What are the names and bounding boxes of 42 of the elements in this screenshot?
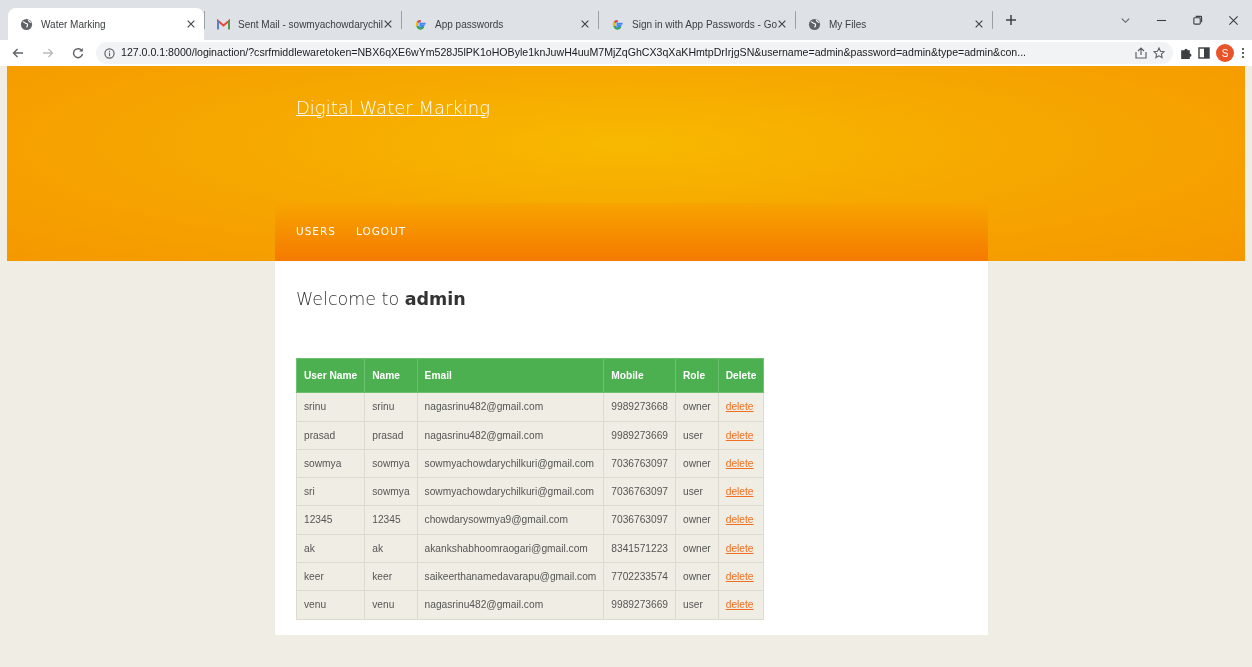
table-cell: keer — [296, 562, 365, 591]
column-header: Delete — [718, 358, 764, 393]
site-title-link[interactable]: Digital Water Marking — [296, 94, 490, 121]
table-cell: 7036763097 — [603, 506, 676, 535]
browser-tab[interactable]: Water Marking — [8, 8, 204, 40]
table-cell: prasad — [296, 421, 365, 450]
nav-link[interactable]: LOGOUT — [355, 224, 407, 240]
table-cell: akankshabhoomraogari@gmail.com — [417, 534, 604, 563]
profile-avatar[interactable]: S — [1216, 44, 1234, 62]
table-cell: 12345 — [296, 506, 365, 535]
column-header: Name — [364, 358, 418, 393]
table-cell: nagasrinu482@gmail.com — [417, 392, 604, 422]
welcome-heading: Welcome to admin — [296, 289, 467, 310]
table-cell: srinu — [296, 392, 365, 422]
column-header: User Name — [296, 358, 365, 393]
column-header: Email — [417, 358, 604, 393]
table-cell: sowmyachowdarychilkuri@gmail.com — [417, 477, 604, 506]
table-cell: 8341571223 — [603, 534, 676, 563]
nav-link[interactable]: USERS — [296, 224, 336, 240]
table-cell: chowdarysowmya9@gmail.com — [417, 506, 604, 535]
table-cell: saikeerthanamedavarapu@gmail.com — [417, 562, 604, 591]
column-header: Role — [675, 358, 719, 393]
table-cell: sowmyachowdarychilkuri@gmail.com — [417, 449, 604, 478]
table-cell: nagasrinu482@gmail.com — [417, 590, 604, 620]
browser-tab[interactable]: Sent Mail - sowmyachowdarychil — [205, 8, 401, 40]
table-cell: 7702233574 — [603, 562, 676, 591]
address-bar[interactable]: 127.0.0.1:8000/loginaction/?csrfmiddlewaretoken=NBX6qXE6wYm528J5lPK1oHOByle1knJuwH4uuM7MjZqGhCX3qXaKHmtpDrIrjgSN&username=admin&password=admin&type=admin&con... — [96, 42, 1173, 64]
table-cell: sri — [296, 477, 365, 506]
url-text: 127.0.0.1:8000/loginaction/?csrfmiddlewaretoken=NBX6qXE6wYm528J5lPK1oHOByle1knJuwH4uuM7MjZqGhCX3qXaKHmtpDrIrjgSN&username=admin&password=admin&type=admin&con... — [121, 45, 1028, 61]
table-cell: 7036763097 — [603, 477, 676, 506]
browser-tab[interactable]: My Files — [796, 8, 992, 40]
table-cell: nagasrinu482@gmail.com — [417, 421, 604, 450]
table-cell: ak — [296, 534, 365, 563]
browser-tab[interactable]: App passwords — [402, 8, 598, 40]
browser-tab[interactable]: Sign in with App Passwords - Go — [599, 8, 795, 40]
table-cell: 9989273669 — [603, 590, 676, 620]
table-cell: 7036763097 — [603, 449, 676, 478]
table-cell: 9989273668 — [603, 392, 676, 422]
table-cell: sowmya — [296, 449, 365, 478]
table-cell: 9989273669 — [603, 421, 676, 450]
table-cell: venu — [296, 590, 365, 620]
column-header: Mobile — [603, 358, 676, 393]
